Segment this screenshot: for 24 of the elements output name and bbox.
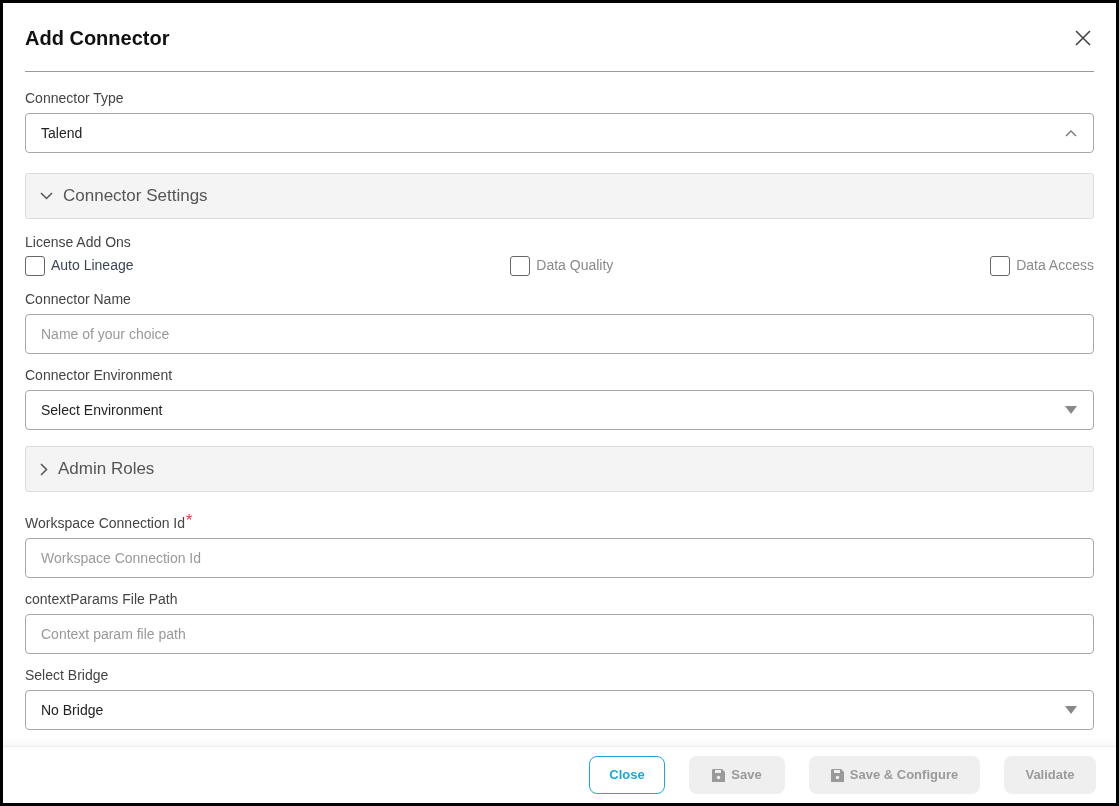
dialog-title: Add Connector bbox=[25, 26, 170, 51]
field-label: Connector Environment bbox=[25, 366, 173, 384]
field-label: Workspace Connection Id bbox=[25, 514, 186, 532]
text-input[interactable]: Context param file path bbox=[25, 614, 1094, 654]
dropdown-triangle-icon bbox=[1065, 406, 1077, 414]
field-label: License Add Ons bbox=[25, 233, 132, 251]
select-field[interactable]: Select Environment bbox=[25, 390, 1094, 430]
field-label: Select Bridge bbox=[25, 666, 109, 684]
required-mark: * bbox=[186, 514, 193, 531]
section-header[interactable]: Connector Settings bbox=[25, 173, 1094, 219]
chevron-up-icon bbox=[1065, 129, 1077, 137]
chevron-down-icon bbox=[40, 192, 53, 200]
field-label: Connector Name bbox=[25, 290, 131, 308]
field-label: contextParams File Path bbox=[25, 590, 178, 608]
close-icon[interactable] bbox=[1073, 28, 1093, 48]
select-field[interactable]: No Bridge bbox=[25, 690, 1094, 730]
chevron-right-icon bbox=[40, 462, 48, 476]
field-label: Connector Type bbox=[25, 89, 124, 107]
text-input[interactable]: Name of your choice bbox=[25, 314, 1094, 354]
checkbox-option[interactable]: Auto Lineage bbox=[25, 255, 134, 276]
dropdown-triangle-icon bbox=[1065, 706, 1077, 714]
section-header[interactable]: Admin Roles bbox=[25, 446, 1094, 492]
text-input[interactable]: Workspace Connection Id bbox=[25, 538, 1094, 578]
select-field[interactable]: Talend bbox=[25, 113, 1094, 153]
